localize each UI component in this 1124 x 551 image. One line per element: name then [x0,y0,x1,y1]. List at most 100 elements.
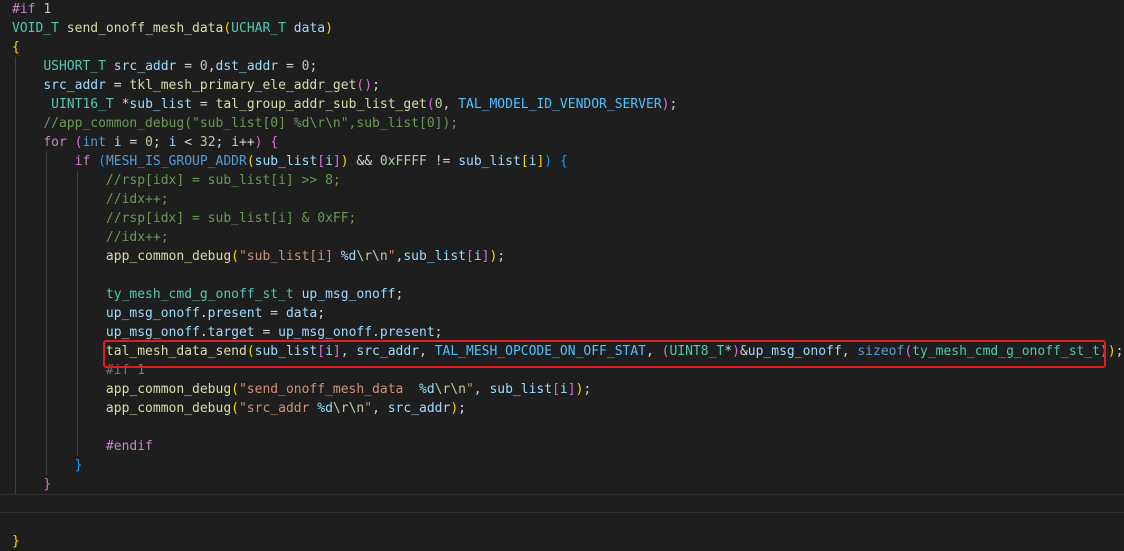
code-token: = [105,78,130,93]
code-line[interactable]: for (int i = 0; i < 32; i++) { [12,133,278,152]
code-line[interactable]: //rsp[idx] = sub_list[i] & 0xFF; [12,209,356,228]
code-line[interactable]: UINT16_T *sub_list = tal_group_addr_sub_… [12,95,677,114]
code-token: = [176,59,200,74]
code-token: [ [552,382,560,397]
code-token: 0 [199,59,208,74]
code-token: up_msg_onoff [105,325,200,340]
code-token: 1 [43,2,52,17]
code-token: USHORT_T [43,59,106,74]
code-token: present [379,325,435,340]
code-token: , [207,59,216,74]
code-token: ) [340,154,349,169]
code-token: #if [12,2,44,17]
code-line[interactable]: //idx++; [12,190,169,209]
code-line[interactable]: { [12,38,20,57]
code-token: [ [465,249,474,264]
code-token: UCHAR_T [231,21,286,36]
code-token: #endif [105,439,153,454]
code-token: = [278,59,302,74]
code-line[interactable]: #if 1 [12,0,51,19]
code-token: sub_list [489,382,553,397]
code-line[interactable]: //rsp[idx] = sub_list[i] >> 8; [12,171,341,190]
code-token: VOID_T [12,21,59,36]
code-token: . [372,325,380,340]
code-token: { [559,154,568,169]
code-token: TAL_MODEL_ID_VENDOR_SERVER [458,97,662,112]
code-token: ; [434,325,443,340]
code-token: ( [98,154,106,169]
code-token: = [192,97,216,112]
code-line[interactable]: USHORT_T src_addr = 0,dst_addr = 0; [12,57,317,76]
code-line[interactable]: } [12,456,83,475]
code-token: %d [317,401,333,416]
code-token: ( [426,97,435,112]
code-token: src_addr [387,401,451,416]
code-line[interactable]: } [12,475,51,494]
code-token: ] [332,154,341,169]
code-token: ; [669,97,678,112]
code-editor[interactable]: #if 1 VOID_T send_onoff_mesh_data(UCHAR_T… [0,0,1124,550]
code-token: i [113,135,122,150]
code-token: if [74,154,91,169]
code-token: i [559,382,568,397]
code-token: present [207,306,263,321]
code-token: ; [497,249,506,264]
code-line[interactable]: app_common_debug("sub_list[i] %d\r\n",su… [12,247,505,266]
code-token: ; [1115,344,1124,359]
code-line[interactable]: //app_common_debug("sub_list[0] %d\r\n",… [12,114,458,133]
code-line[interactable]: ty_mesh_cmd_g_onoff_st_t up_msg_onoff; [12,285,403,304]
code-token: = [262,306,286,321]
code-line[interactable]: up_msg_onoff.present = data; [12,304,325,323]
code-token: < [176,135,200,150]
code-token: [ [317,154,326,169]
code-token: sub_list [129,97,193,112]
code-line[interactable]: } [12,532,20,551]
code-line[interactable]: //idx++; [12,228,169,247]
code-token: ; [309,59,318,74]
code-token: ; [458,401,466,416]
code-token: app_common_debug [105,382,232,397]
code-token: , [473,382,490,397]
code-token: 32 [199,135,216,150]
code-token: ; [317,306,326,321]
code-token: "src_addr [238,401,318,416]
code-token: ] [567,382,576,397]
code-token: %d [340,249,357,264]
code-line[interactable]: if (MESH_IS_GROUP_ADDR(sub_list[i]) && 0… [12,152,568,171]
code-token: ) [325,21,333,36]
code-token: " [364,401,373,416]
code-token: \r\n [434,382,466,397]
code-token: sub_list [403,249,466,264]
code-token: } [12,534,20,549]
code-token: data [293,21,326,36]
code-token: . [199,306,208,321]
code-line[interactable]: src_addr = tkl_mesh_primary_ele_addr_get… [12,76,380,95]
code-token: MESH_IS_GROUP_ADDR [105,154,247,169]
code-line[interactable]: app_common_debug("send_onoff_mesh_data %… [12,380,591,399]
code-token: 0 [434,97,443,112]
code-token: int [82,135,106,150]
code-token: ( [231,401,239,416]
code-token: { [12,40,20,55]
code-token: ; [583,382,592,397]
code-line[interactable]: #endif [12,437,153,456]
code-token: sub_list [254,154,318,169]
code-line[interactable]: VOID_T send_onoff_mesh_data(UCHAR_T data… [12,19,333,38]
code-token: sub_list [458,154,521,169]
code-line[interactable]: app_common_debug("src_addr %d\r\n", src_… [12,399,466,418]
code-token: " [465,382,474,397]
code-token: ) [544,154,553,169]
